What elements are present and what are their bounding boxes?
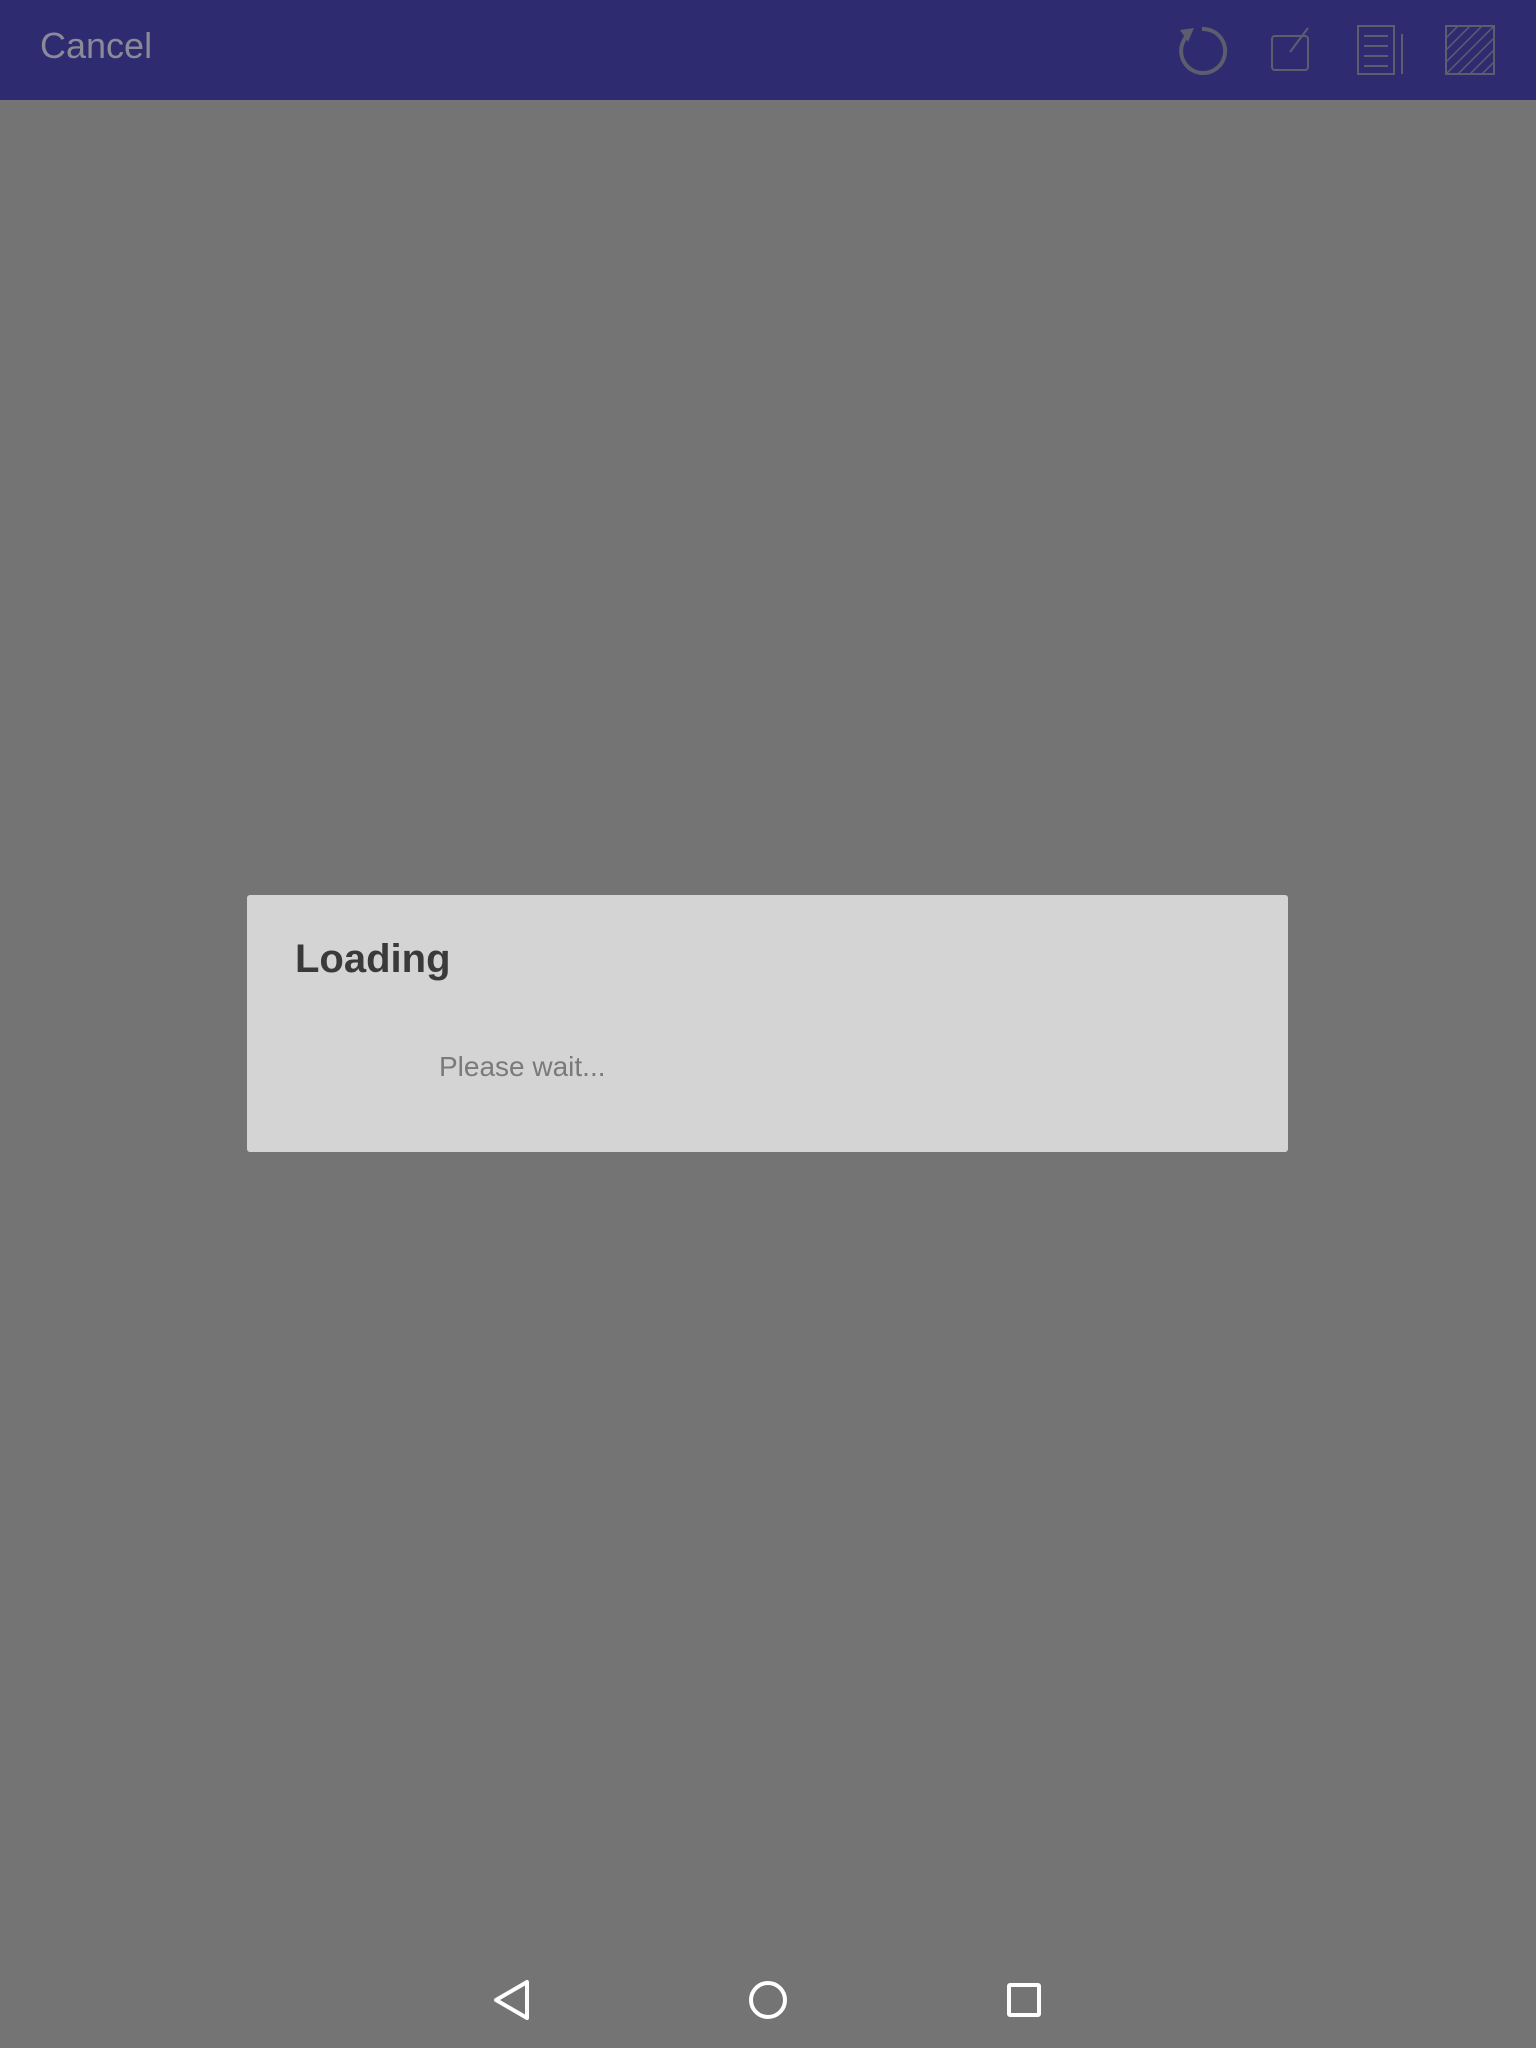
app-bar: Cancel [0,0,1536,100]
document-icon[interactable] [1350,20,1410,80]
recents-icon[interactable] [994,1970,1054,2030]
dialog-message: Please wait... [439,1051,606,1082]
dialog-title: Loading [295,937,451,981]
navigation-bar [0,1952,1536,2048]
loading-dialog: Loading Please wait... [247,895,1288,1152]
home-icon[interactable] [738,1970,798,2030]
edit-icon[interactable] [1260,20,1320,80]
cancel-button[interactable]: Cancel [40,22,152,70]
refresh-icon[interactable] [1170,20,1230,80]
hatch-icon[interactable] [1440,20,1500,80]
back-icon[interactable] [484,1970,544,2030]
